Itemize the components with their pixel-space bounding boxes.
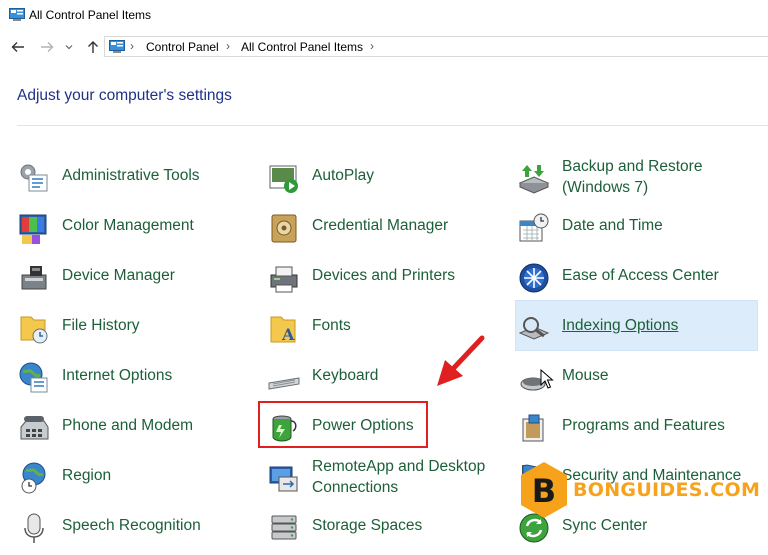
file-history-icon <box>20 316 48 344</box>
item-label: Date and Time <box>562 217 663 234</box>
item-label: Programs and Features <box>562 417 725 434</box>
remote-desktop-icon <box>269 466 298 492</box>
item-label-line1: RemoteApp and Desktop <box>312 458 486 475</box>
window-title: All Control Panel Items <box>29 8 152 22</box>
region-globe-clock-icon <box>21 462 46 494</box>
item-indexing-options[interactable]: Indexing Options <box>517 306 757 348</box>
color-management-icon <box>19 214 47 244</box>
breadcrumb-separator-icon[interactable]: › <box>226 39 230 53</box>
autoplay-icon <box>269 165 298 193</box>
navigation-bar: › Control Panel › All Control Panel Item… <box>0 34 768 60</box>
item-label: Indexing Options <box>562 317 679 334</box>
item-autoplay[interactable]: AutoPlay <box>267 156 507 198</box>
up-arrow-icon <box>88 41 98 53</box>
breadcrumb-control-panel[interactable]: Control Panel <box>146 40 219 54</box>
item-remoteapp-connections[interactable]: RemoteApp and Desktop Connections <box>267 456 507 498</box>
annotation-arrow-icon <box>437 335 485 386</box>
item-label: Device Manager <box>62 267 175 284</box>
item-label: Region <box>62 467 112 484</box>
item-programs-and-features[interactable]: Programs and Features <box>517 406 757 448</box>
divider <box>17 125 768 126</box>
item-label: Credential Manager <box>312 217 449 234</box>
item-label: Devices and Printers <box>312 267 456 284</box>
breadcrumb-separator-icon[interactable]: › <box>370 39 374 53</box>
svg-text:A: A <box>281 325 295 344</box>
watermark-logo-icon: B <box>521 462 567 518</box>
item-ease-of-access[interactable]: Ease of Access Center <box>517 256 757 298</box>
device-manager-icon <box>21 266 47 290</box>
backup-restore-icon <box>518 165 550 194</box>
storage-drives-icon <box>271 515 297 540</box>
item-region[interactable]: Region <box>17 456 247 498</box>
keyboard-icon <box>268 377 300 390</box>
forward-arrow-icon <box>41 42 54 52</box>
item-label: Internet Options <box>62 367 173 384</box>
mouse-cursor-icon <box>540 369 554 389</box>
item-label: Mouse <box>562 367 609 384</box>
item-speech-recognition[interactable]: Speech Recognition <box>17 506 247 548</box>
item-label: Sync Center <box>562 517 648 534</box>
calendar-clock-icon <box>519 213 549 242</box>
item-date-and-time[interactable]: Date and Time <box>517 206 757 248</box>
back-button[interactable] <box>9 37 27 57</box>
forward-button[interactable] <box>38 37 56 57</box>
item-phone-and-modem[interactable]: Phone and Modem <box>17 406 247 448</box>
item-label-line1: Backup and Restore <box>562 158 703 175</box>
item-backup-and-restore[interactable]: Backup and Restore (Windows 7) <box>517 156 757 198</box>
item-label: Administrative Tools <box>62 167 200 184</box>
address-bar[interactable]: › Control Panel › All Control Panel Item… <box>104 36 768 57</box>
phone-icon <box>20 416 49 440</box>
item-label-line2: Connections <box>312 479 399 496</box>
programs-features-icon <box>522 414 544 442</box>
item-storage-spaces[interactable]: Storage Spaces <box>267 506 507 548</box>
chevron-down-icon <box>65 45 73 50</box>
up-button[interactable] <box>84 37 102 57</box>
printer-icon <box>270 266 298 293</box>
ease-of-access-icon <box>519 263 549 293</box>
item-devices-and-printers[interactable]: Devices and Printers <box>267 256 507 298</box>
internet-options-icon <box>19 362 48 393</box>
annotation-highlight-box <box>258 401 428 448</box>
item-label: Color Management <box>62 217 194 234</box>
item-label: Phone and Modem <box>62 417 193 434</box>
item-label: Storage Spaces <box>312 517 423 534</box>
item-label: Speech Recognition <box>62 517 201 534</box>
fonts-folder-icon: A <box>270 316 296 344</box>
item-internet-options[interactable]: Internet Options <box>17 356 247 398</box>
breadcrumb-all-items[interactable]: All Control Panel Items <box>241 40 363 54</box>
item-label: Ease of Access Center <box>562 267 719 284</box>
item-label-line2: (Windows 7) <box>562 179 649 196</box>
item-label: Fonts <box>312 317 351 334</box>
administrative-tools-icon <box>20 164 48 192</box>
item-label: File History <box>62 317 140 334</box>
watermark-text: BONGUIDES.COM <box>573 479 761 501</box>
microphone-icon <box>24 513 44 543</box>
item-label: AutoPlay <box>312 167 375 184</box>
item-administrative-tools[interactable]: Administrative Tools <box>17 156 247 198</box>
breadcrumb-separator-icon[interactable]: › <box>130 39 134 53</box>
svg-text:B: B <box>532 472 556 510</box>
title-bar: All Control Panel Items <box>0 0 768 30</box>
control-panel-icon <box>9 8 25 26</box>
indexing-magnifier-icon <box>518 317 550 340</box>
recent-locations-dropdown[interactable] <box>63 37 75 57</box>
item-label: Keyboard <box>312 367 379 384</box>
back-arrow-icon <box>11 42 24 52</box>
item-credential-manager[interactable]: Credential Manager <box>267 206 507 248</box>
control-panel-icon <box>109 40 125 58</box>
item-device-manager[interactable]: Device Manager <box>17 256 247 298</box>
item-file-history[interactable]: File History <box>17 306 247 348</box>
item-color-management[interactable]: Color Management <box>17 206 247 248</box>
credential-vault-icon <box>271 214 297 243</box>
page-heading: Adjust your computer's settings <box>17 87 232 104</box>
